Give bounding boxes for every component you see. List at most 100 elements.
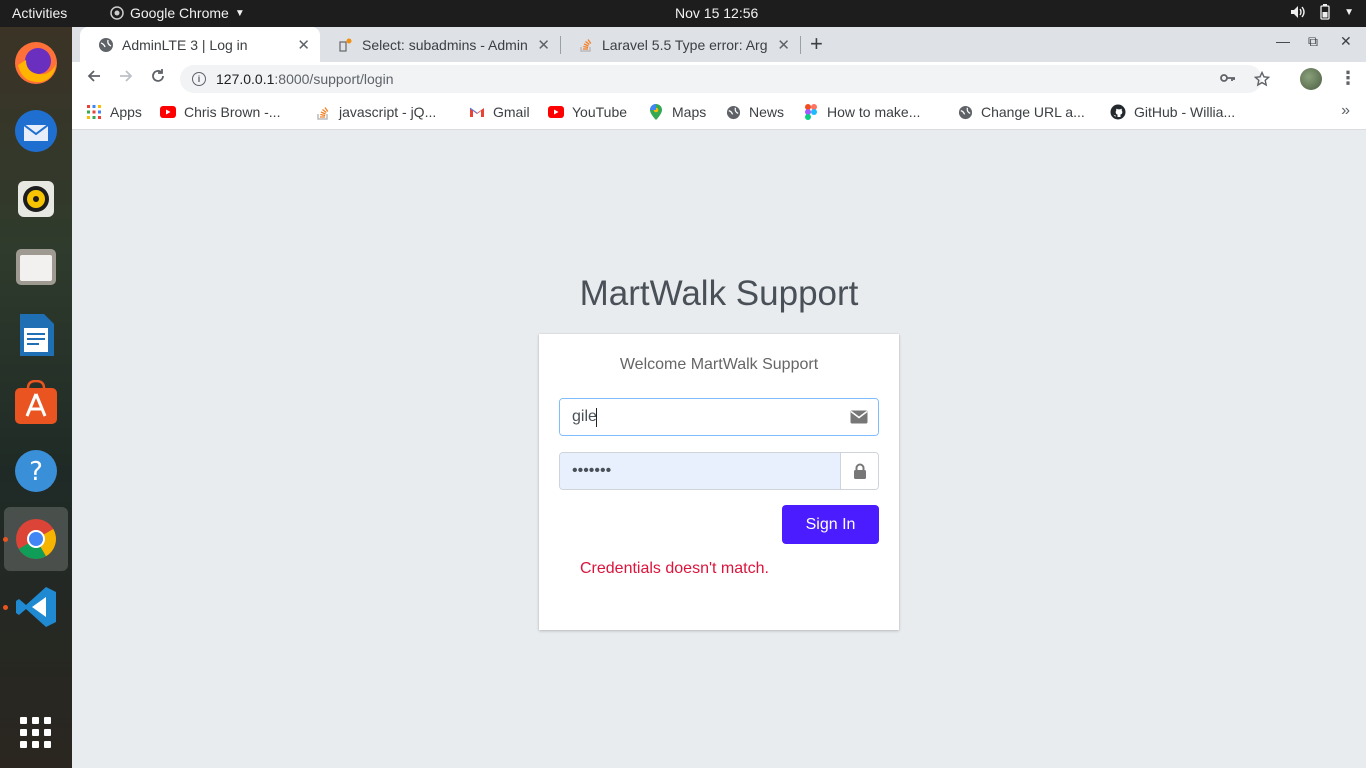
bookmark-label: Gmail	[493, 104, 530, 120]
login-box-message: Welcome MartWalk Support	[619, 356, 819, 373]
firefox-launcher[interactable]	[4, 31, 68, 95]
back-button[interactable]	[86, 68, 102, 89]
email-input[interactable]	[560, 399, 840, 435]
tab-strip: AdminLTE 3 | Log in ✕ Select: subadmins …	[72, 27, 1366, 62]
tab-separator	[800, 36, 801, 54]
page-content: MartWalk Support Welcome MartWalk Suppor…	[72, 130, 1366, 768]
maps-icon	[648, 104, 664, 120]
help-launcher[interactable]: ?	[4, 439, 68, 503]
star-icon[interactable]	[1254, 71, 1270, 87]
svg-text:?: ?	[29, 457, 43, 487]
store-bag-icon	[15, 380, 57, 424]
email-input-group	[559, 398, 879, 436]
password-input[interactable]	[560, 453, 840, 489]
minimize-button[interactable]: —	[1276, 33, 1290, 49]
lock-icon	[840, 453, 878, 489]
bookmark-maps[interactable]: Maps	[648, 104, 706, 120]
software-center-launcher[interactable]	[4, 371, 68, 435]
url-path: :8000/support/login	[274, 71, 394, 87]
site-info-icon[interactable]: i	[192, 72, 206, 86]
bookmark-chris-brown[interactable]: Chris Brown -...	[160, 104, 280, 120]
error-message: Credentials doesn't match.	[580, 560, 769, 577]
globe-icon	[99, 37, 113, 52]
bookmark-label: Chris Brown -...	[184, 104, 281, 120]
thunderbird-launcher[interactable]	[4, 99, 68, 163]
bookmark-change-url[interactable]: Change URL a...	[957, 104, 1085, 120]
system-tray[interactable]: ▼	[1290, 4, 1354, 20]
arrow-left-icon	[87, 70, 100, 82]
bookmark-label: How to make...	[827, 104, 921, 120]
key-icon[interactable]	[1220, 71, 1236, 85]
tab-adminlte-login[interactable]: AdminLTE 3 | Log in ✕	[80, 27, 320, 62]
bookmark-javascript-jquery[interactable]: javascript - jQ...	[315, 104, 436, 120]
reload-icon	[152, 69, 164, 82]
gmail-icon	[469, 104, 485, 120]
address-bar[interactable]: i 127.0.0.1:8000/support/login	[180, 65, 1262, 93]
show-applications-icon[interactable]	[20, 717, 51, 748]
rhythmbox-launcher[interactable]	[4, 167, 68, 231]
apps-grid-icon	[86, 104, 102, 120]
more-menu-icon[interactable]: ⋮	[1339, 68, 1357, 89]
chrome-launcher[interactable]	[4, 507, 68, 571]
battery-icon	[1320, 4, 1330, 20]
libreoffice-writer-launcher[interactable]	[4, 303, 68, 367]
url-host: 127.0.0.1	[216, 71, 275, 87]
firefox-icon	[15, 42, 57, 84]
new-tab-button[interactable]: +	[810, 31, 823, 57]
bookmark-label: YouTube	[572, 104, 628, 120]
app-menu[interactable]: Google Chrome ▼	[110, 5, 245, 21]
tab-title: Laravel 5.5 Type error: Arg	[602, 36, 768, 53]
running-indicator	[3, 605, 8, 610]
bookmarks-bar: Apps Chris Brown -... javascript - jQ...…	[72, 96, 1366, 130]
bookmark-label: Change URL a...	[981, 104, 1085, 120]
omnibox-actions	[1220, 71, 1270, 87]
activities-button[interactable]: Activities	[12, 5, 67, 21]
arrow-right-icon	[120, 70, 133, 82]
vscode-launcher[interactable]	[4, 575, 68, 639]
stackoverflow-icon	[580, 38, 592, 52]
login-logo: MartWalk Support	[579, 274, 859, 313]
dock: ?	[0, 27, 72, 768]
vscode-icon	[16, 587, 56, 627]
close-tab-icon[interactable]: ✕	[777, 36, 790, 54]
chrome-icon	[16, 519, 56, 559]
bookmark-label: News	[749, 104, 785, 120]
phpmyadmin-icon	[339, 38, 352, 52]
figma-icon	[803, 104, 819, 120]
forward-button[interactable]	[118, 68, 134, 89]
app-menu-label: Google Chrome	[130, 5, 229, 21]
caret-down-icon: ▼	[234, 7, 245, 19]
chrome-window: AdminLTE 3 | Log in ✕ Select: subadmins …	[72, 27, 1366, 768]
youtube-icon	[160, 104, 176, 120]
tab-select-subadmins[interactable]: Select: subadmins - Admin ✕	[320, 27, 560, 62]
profile-avatar[interactable]	[1300, 68, 1322, 90]
bookmark-youtube[interactable]: YouTube	[548, 104, 627, 120]
bookmarks-overflow-icon[interactable]: »	[1341, 102, 1350, 120]
bookmark-news[interactable]: News	[725, 104, 784, 120]
bookmark-gmail[interactable]: Gmail	[469, 104, 530, 120]
close-tab-icon[interactable]: ✕	[297, 36, 310, 54]
tab-title: Select: subadmins - Admin	[362, 36, 528, 53]
restore-button[interactable]: ⧉	[1308, 33, 1318, 50]
system-top-bar: Activities Google Chrome ▼ Nov 15 12:56 …	[0, 0, 1366, 27]
stackoverflow-icon	[315, 104, 331, 120]
close-tab-icon[interactable]: ✕	[537, 36, 550, 54]
bookmark-label: GitHub - Willia...	[1134, 104, 1236, 120]
bookmark-how-to-make[interactable]: How to make...	[803, 104, 920, 120]
running-indicator	[3, 537, 8, 542]
clock[interactable]: Nov 15 12:56	[675, 5, 758, 21]
close-window-button[interactable]: ✕	[1340, 33, 1352, 50]
youtube-icon	[548, 104, 564, 120]
speaker-icon	[18, 181, 54, 217]
files-launcher[interactable]	[4, 235, 68, 299]
envelope-icon	[840, 399, 878, 435]
tab-laravel-type-error[interactable]: Laravel 5.5 Type error: Arg ✕	[560, 27, 800, 62]
bookmark-label: Maps	[672, 104, 707, 120]
reload-button[interactable]	[150, 68, 166, 89]
bookmark-github[interactable]: GitHub - Willia...	[1110, 104, 1235, 120]
sign-in-button[interactable]: Sign In	[782, 505, 879, 544]
browser-toolbar: i 127.0.0.1:8000/support/login ⋮	[72, 62, 1366, 96]
tab-title: AdminLTE 3 | Log in	[122, 36, 248, 53]
bookmark-apps[interactable]: Apps	[86, 104, 142, 120]
help-icon: ?	[15, 450, 57, 492]
